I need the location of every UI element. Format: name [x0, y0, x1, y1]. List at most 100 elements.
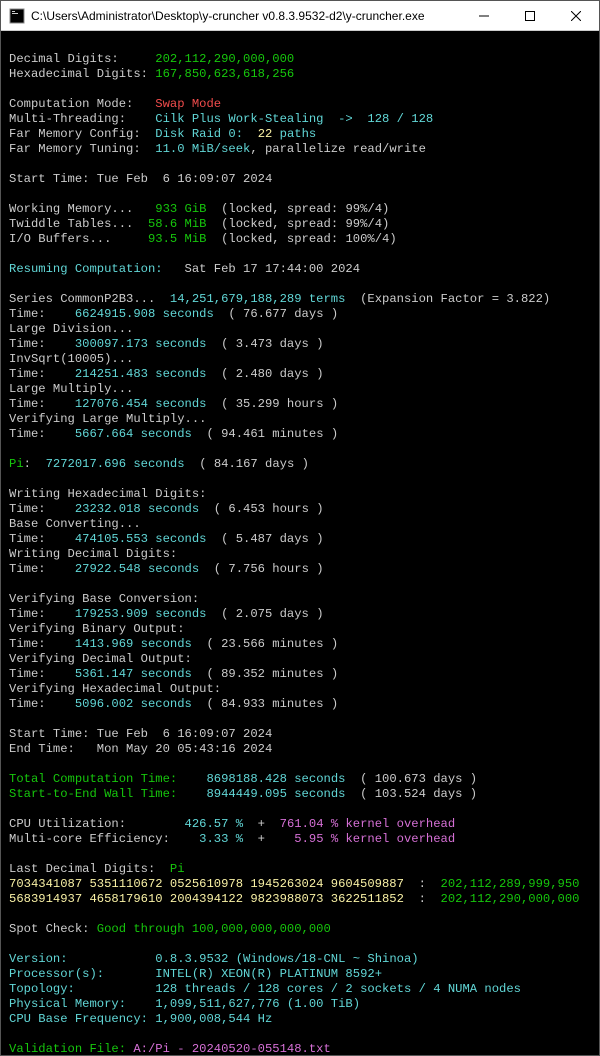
- proc-label: Processor(s):: [9, 967, 155, 981]
- topo: 128 threads / 128 cores / 2 sockets / 4 …: [155, 982, 521, 996]
- far-tune-post: , parallelize read/write: [250, 142, 426, 156]
- vbo-label: Verifying Binary Output:: [9, 622, 185, 636]
- app-window: C:\Users\Administrator\Desktop\y-crunche…: [0, 0, 600, 1056]
- time-prefix: Time:: [9, 337, 75, 351]
- far-cfg-label: Far Memory Config:: [9, 127, 155, 141]
- sep: :: [404, 892, 441, 906]
- is-label: InvSqrt(10005)...: [9, 352, 133, 366]
- far-cfg-pre: Disk Raid 0:: [155, 127, 257, 141]
- series-h: ( 76.677 days ): [214, 307, 338, 321]
- vlm-label: Verifying Large Multiply...: [9, 412, 206, 426]
- tt-size: 58.6 MiB: [141, 217, 207, 231]
- multi-label: Multi-Threading:: [9, 112, 155, 126]
- sep: :: [404, 877, 441, 891]
- dec-digits-label: Decimal Digits:: [9, 52, 155, 66]
- vho-label: Verifying Hexadecimal Output:: [9, 682, 221, 696]
- far-cfg-num: 22: [258, 127, 273, 141]
- topo-label: Topology:: [9, 982, 155, 996]
- lm-label: Large Multiply...: [9, 382, 133, 396]
- wm-size: 933 GiB: [141, 202, 207, 216]
- window-title: C:\Users\Administrator\Desktop\y-crunche…: [31, 9, 461, 23]
- digits-row2: 5683914937 4658179610 2004394122 9823988…: [9, 892, 404, 906]
- constant-name: Pi: [170, 862, 185, 876]
- spot-result: Good through 100,000,000,000,000: [97, 922, 331, 936]
- bc-s: 474105.553 seconds: [75, 532, 207, 546]
- validation-path: A:/Pi - 20240520-055148.txt: [133, 1042, 330, 1055]
- cpu-util-label: CPU Utilization:: [9, 817, 185, 831]
- freq-label: CPU Base Frequency:: [9, 1012, 155, 1026]
- vbc-s: 179253.909 seconds: [75, 607, 207, 621]
- lm-s: 127076.454 seconds: [75, 397, 207, 411]
- app-icon: [9, 8, 25, 24]
- dec-digits: 202,112,290,000,000: [155, 52, 294, 66]
- whd-h: ( 6.453 hours ): [199, 502, 323, 516]
- bc-label: Base Converting...: [9, 517, 141, 531]
- time-prefix: Time:: [9, 532, 75, 546]
- mce-pct: 3.33 %: [185, 832, 244, 846]
- close-button[interactable]: [553, 1, 599, 31]
- mem-label: Physical Memory:: [9, 997, 155, 1011]
- bc-h: ( 5.487 days ): [206, 532, 323, 546]
- time-prefix: Time:: [9, 637, 75, 651]
- hex-digits-label: Hexadecimal Digits:: [9, 67, 155, 81]
- vdo-label: Verifying Decimal Output:: [9, 652, 192, 666]
- plus: +: [243, 817, 280, 831]
- time-prefix: Time:: [9, 427, 75, 441]
- vlm-h: ( 94.461 minutes ): [192, 427, 338, 441]
- far-cfg-post: paths: [272, 127, 316, 141]
- start2: Tue Feb 6 16:09:07 2024: [97, 727, 273, 741]
- time-prefix: Time:: [9, 397, 75, 411]
- vho-s: 5096.002 seconds: [75, 697, 192, 711]
- tct-s: 8698188.428 seconds: [206, 772, 345, 786]
- time-prefix: Time:: [9, 697, 75, 711]
- validation-label: Validation File:: [9, 1042, 133, 1055]
- resume-time: Sat Feb 17 17:44:00 2024: [185, 262, 361, 276]
- io-size: 93.5 MiB: [141, 232, 207, 246]
- pi-label: Pi: [9, 457, 24, 471]
- cpu-util-pct: 426.57 %: [185, 817, 244, 831]
- sew-label: Start-to-End Wall Time:: [9, 787, 206, 801]
- freq: 1,900,008,544 Hz: [155, 1012, 272, 1026]
- io-label: I/O Buffers...: [9, 232, 141, 246]
- hex-digits: 167,850,623,618,256: [155, 67, 294, 81]
- sew-s: 8944449.095 seconds: [206, 787, 345, 801]
- whd-s: 23232.018 seconds: [75, 502, 199, 516]
- proc: INTEL(R) XEON(R) PLATINUM 8592+: [155, 967, 382, 981]
- mem: 1,099,511,627,776 (1.00 TiB): [155, 997, 360, 1011]
- time-prefix: Time:: [9, 307, 75, 321]
- series-terms: 14,251,679,188,289 terms: [170, 292, 346, 306]
- wdd-s: 27922.548 seconds: [75, 562, 199, 576]
- time-prefix: Time:: [9, 502, 75, 516]
- end-label: End Time:: [9, 742, 97, 756]
- start-time: Tue Feb 6 16:09:07 2024: [97, 172, 273, 186]
- far-tune-speed: 11.0 MiB/seek: [155, 142, 250, 156]
- minimize-button[interactable]: [461, 1, 507, 31]
- time-prefix: Time:: [9, 667, 75, 681]
- tt-label: Twiddle Tables...: [9, 217, 141, 231]
- wm-label: Working Memory...: [9, 202, 141, 216]
- vho-h: ( 84.933 minutes ): [192, 697, 338, 711]
- multi-val: Cilk Plus Work-Stealing -> 128 / 128: [155, 112, 433, 126]
- wdd-h: ( 7.756 hours ): [199, 562, 323, 576]
- ver-label: Version:: [9, 952, 155, 966]
- spot-label: Spot Check:: [9, 922, 97, 936]
- sew-h: ( 103.524 days ): [345, 787, 477, 801]
- cpu-util-kernel: 761.04 % kernel overhead: [280, 817, 456, 831]
- pi-h: ( 84.167 days ): [185, 457, 309, 471]
- maximize-button[interactable]: [507, 1, 553, 31]
- ld-h: ( 3.473 days ): [206, 337, 323, 351]
- series-ef: (Expansion Factor = 3.822): [345, 292, 550, 306]
- digits-pos2: 202,112,290,000,000: [441, 892, 580, 906]
- comp-mode-label: Computation Mode:: [9, 97, 155, 111]
- titlebar[interactable]: C:\Users\Administrator\Desktop\y-crunche…: [1, 1, 599, 31]
- io-post: (locked, spread: 100%/4): [206, 232, 396, 246]
- vbo-s: 1413.969 seconds: [75, 637, 192, 651]
- series-label: Series CommonP2B3...: [9, 292, 170, 306]
- is-s: 214251.483 seconds: [75, 367, 207, 381]
- vlm-s: 5667.664 seconds: [75, 427, 192, 441]
- terminal-output[interactable]: Decimal Digits: 202,112,290,000,000 Hexa…: [1, 31, 599, 1055]
- plus: +: [243, 832, 280, 846]
- time-prefix: Time:: [9, 562, 75, 576]
- series-s: 6624915.908 seconds: [75, 307, 214, 321]
- vbc-label: Verifying Base Conversion:: [9, 592, 199, 606]
